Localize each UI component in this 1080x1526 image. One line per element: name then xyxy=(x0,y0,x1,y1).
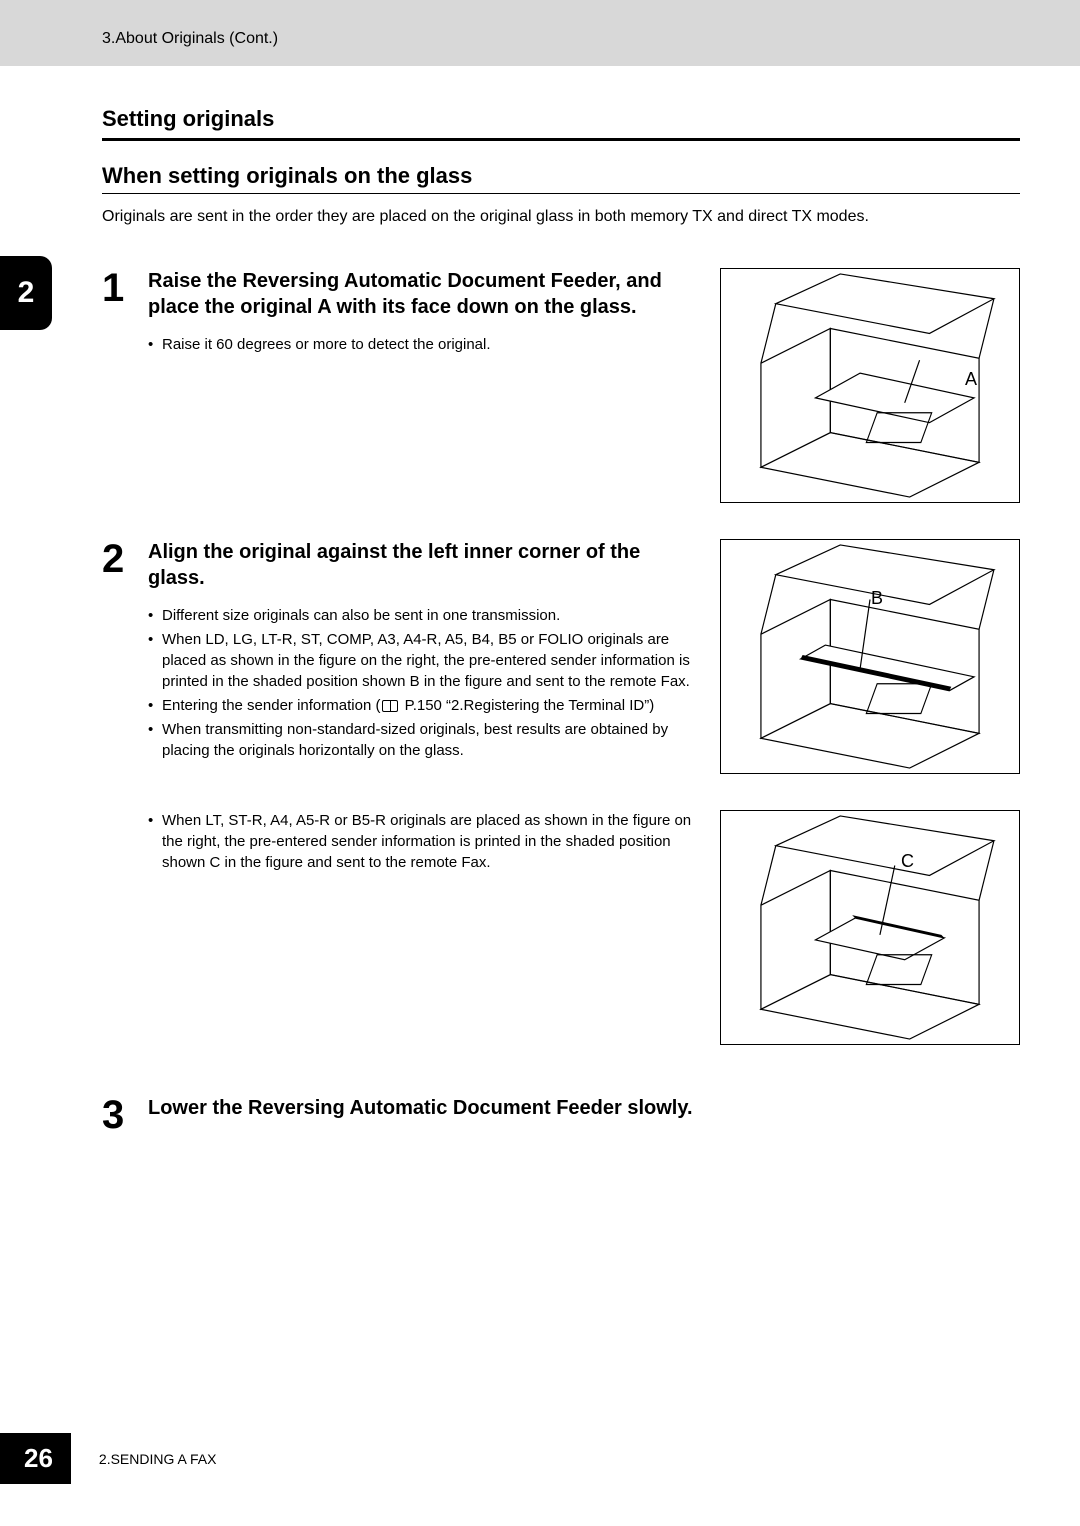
footer-chapter: 2.SENDING A FAX xyxy=(99,1451,217,1467)
bullet-item: Different size originals can also be sen… xyxy=(148,605,700,626)
header-band: 3.About Originals (Cont.) xyxy=(0,0,1080,66)
page-number: 26 xyxy=(0,1433,71,1484)
book-icon xyxy=(382,700,398,712)
step-2: 2 Align the original against the left in… xyxy=(102,539,1020,774)
bullet-item: When LT, ST-R, A4, A5-R or B5-R original… xyxy=(148,810,700,873)
step-bullets: Raise it 60 degrees or more to detect th… xyxy=(148,334,700,355)
bullet-item: When transmitting non-standard-sized ori… xyxy=(148,719,700,761)
step-heading: Align the original against the left inne… xyxy=(148,539,700,591)
page-content: Setting originals When setting originals… xyxy=(0,66,1080,1135)
illustration-label: C xyxy=(901,851,914,872)
subsection-title: When setting originals on the glass xyxy=(102,163,1020,189)
subsection-rule xyxy=(102,193,1020,194)
breadcrumb: 3.About Originals (Cont.) xyxy=(102,30,278,47)
illustration-b: B xyxy=(720,539,1020,774)
page-footer: 26 2.SENDING A FAX xyxy=(0,1433,216,1484)
illustration-label: B xyxy=(871,588,883,609)
illustration-c: C xyxy=(720,810,1020,1045)
section-rule xyxy=(102,138,1020,141)
step-number: 1 xyxy=(102,268,134,308)
bullet-item: Raise it 60 degrees or more to detect th… xyxy=(148,334,700,355)
step-heading: Lower the Reversing Automatic Document F… xyxy=(148,1095,1020,1121)
copier-illustration-icon xyxy=(721,540,1019,773)
step-number: 3 xyxy=(102,1095,134,1135)
chapter-tab: 2 xyxy=(0,256,52,330)
bullet-item: When LD, LG, LT-R, ST, COMP, A3, A4-R, A… xyxy=(148,629,700,692)
copier-illustration-icon xyxy=(721,811,1019,1044)
step-bullets: Different size originals can also be sen… xyxy=(148,605,700,761)
step-number: 2 xyxy=(102,539,134,579)
step-heading: Raise the Reversing Automatic Document F… xyxy=(148,268,700,320)
bullet-item: Entering the sender information ( P.150 … xyxy=(148,695,700,716)
section-title: Setting originals xyxy=(102,106,1020,132)
step-1: 1 Raise the Reversing Automatic Document… xyxy=(102,268,1020,503)
illustration-a: A xyxy=(720,268,1020,503)
intro-text: Originals are sent in the order they are… xyxy=(102,206,1020,228)
extra-bullets: When LT, ST-R, A4, A5-R or B5-R original… xyxy=(148,810,700,1045)
illustration-label: A xyxy=(965,369,977,390)
extra-block-c: When LT, ST-R, A4, A5-R or B5-R original… xyxy=(148,810,1020,1045)
step-3: 3 Lower the Reversing Automatic Document… xyxy=(102,1095,1020,1135)
